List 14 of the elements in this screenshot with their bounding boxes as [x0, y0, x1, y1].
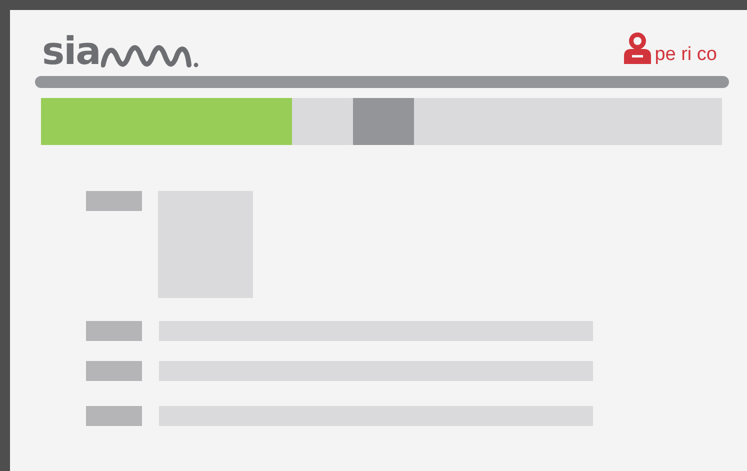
logo: sia — [42, 32, 100, 70]
tab-placeholder[interactable] — [292, 98, 353, 145]
user-icon — [624, 32, 651, 64]
tab-placeholder[interactable] — [414, 98, 722, 145]
label-placeholder — [86, 406, 142, 426]
input-field[interactable] — [159, 321, 593, 341]
label-placeholder — [86, 191, 142, 211]
label-placeholder — [86, 361, 142, 381]
input-field[interactable] — [159, 361, 593, 381]
label-placeholder — [86, 321, 142, 341]
user-name[interactable]: pe ri co — [654, 45, 717, 64]
active-tab[interactable] — [41, 98, 292, 145]
input-field[interactable] — [159, 406, 593, 426]
tab-marker[interactable] — [353, 98, 414, 145]
